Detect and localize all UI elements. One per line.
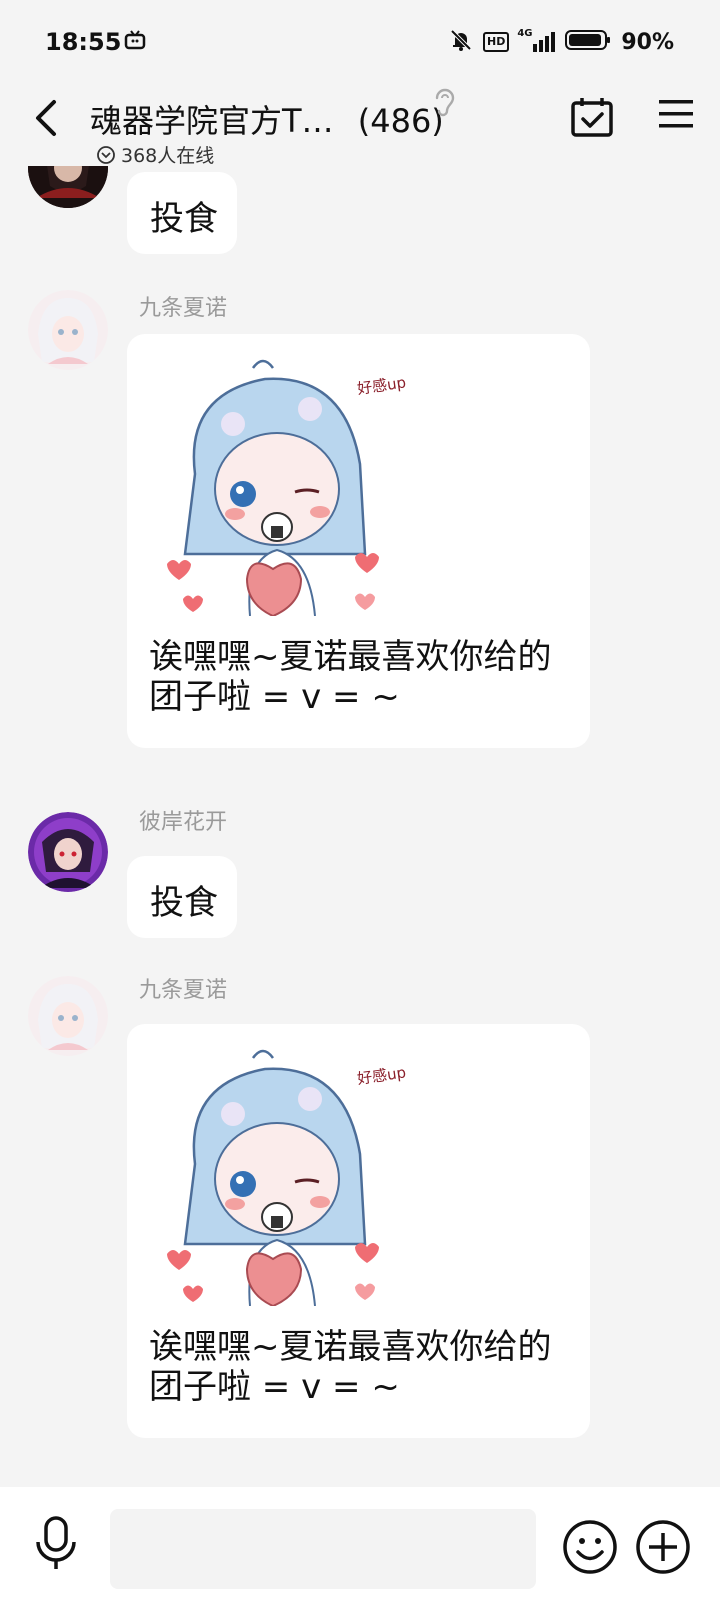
chevron-left-icon (36, 100, 56, 136)
sticker-image[interactable]: 好感up (155, 354, 425, 616)
avatar[interactable] (28, 290, 108, 370)
message-bubble[interactable]: 投食 (127, 856, 237, 938)
chat-list[interactable]: 投食 九条夏诺 好感up 诶嘿嘿~夏诺最喜欢你给的 团子啦 = v = ~ 彼岸… (0, 166, 720, 1487)
online-status[interactable]: 368人在线 (96, 141, 214, 168)
ear-icon[interactable] (432, 86, 458, 124)
microphone-icon (36, 1516, 76, 1569)
chat-header: 魂器学院官方T… (486) 368人在线 (0, 86, 720, 168)
smiley-icon (563, 1520, 617, 1574)
message-caption: 诶嘿嘿~夏诺最喜欢你给的 团子啦 = v = ~ (149, 637, 569, 717)
caption-line: 诶嘿嘿~夏诺最喜欢你给的 (149, 637, 552, 677)
message-bubble[interactable]: 好感up 诶嘿嘿~夏诺最喜欢你给的 团子啦 = v = ~ (127, 334, 590, 748)
message-input[interactable] (110, 1509, 536, 1589)
caption-line: 诶嘿嘿~夏诺最喜欢你给的 (149, 1327, 552, 1367)
message-bubble[interactable]: 好感up 诶嘿嘿~夏诺最喜欢你给的 团子啦 = v = ~ (127, 1024, 590, 1438)
status-bar: 18:55 HD 4G 90% (0, 0, 720, 86)
sender-name: 九条夏诺 (139, 978, 228, 1003)
sticker-image[interactable]: 好感up (155, 1044, 425, 1306)
group-title[interactable]: 魂器学院官方T… (486) (90, 96, 444, 142)
calendar-check-icon (571, 98, 613, 137)
message-text: 投食 (150, 199, 218, 239)
status-icons: HD 4G 90% (449, 28, 674, 56)
avatar[interactable] (28, 166, 108, 208)
caption-line: 团子啦 = v = ~ (149, 1367, 400, 1407)
mute-bell-icon (449, 28, 473, 56)
emoji-button[interactable] (562, 1519, 618, 1579)
online-count: 368人在线 (121, 145, 215, 167)
plus-circle-icon (636, 1520, 690, 1574)
calendar-button[interactable] (570, 96, 614, 142)
input-bar (0, 1487, 720, 1610)
sticker-label: 好感up (356, 1063, 407, 1088)
status-time: 18:55 (45, 28, 122, 56)
chevron-down-circle-icon (97, 145, 115, 164)
member-count: (486) (357, 102, 444, 140)
group-name: 魂器学院官方T… (90, 102, 334, 140)
message-bubble[interactable]: 投食 (127, 172, 237, 254)
voice-button[interactable] (34, 1515, 78, 1577)
sender-name: 彼岸花开 (139, 810, 228, 835)
avatar[interactable] (28, 976, 108, 1056)
hd-badge: HD (482, 32, 510, 52)
battery-percent: 90% (621, 29, 674, 55)
network-type: 4G (517, 28, 533, 39)
message-caption: 诶嘿嘿~夏诺最喜欢你给的 团子啦 = v = ~ (149, 1327, 569, 1407)
avatar[interactable] (28, 812, 108, 892)
battery-icon (565, 28, 611, 56)
back-button[interactable] (30, 96, 70, 140)
more-button[interactable] (635, 1519, 691, 1579)
caption-line: 团子啦 = v = ~ (149, 677, 400, 717)
tv-app-icon (124, 30, 146, 54)
sticker-label: 好感up (356, 373, 407, 398)
signal-icon: 4G (517, 28, 556, 52)
menu-icon (659, 100, 693, 128)
message-text: 投食 (150, 883, 218, 923)
sender-name: 九条夏诺 (139, 296, 228, 321)
menu-button[interactable] (658, 98, 694, 134)
